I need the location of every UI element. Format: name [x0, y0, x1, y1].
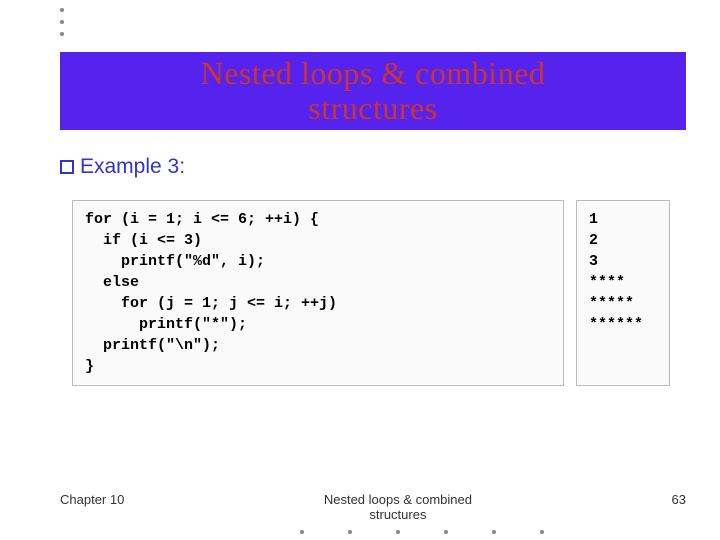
- bullet-square-icon: [60, 160, 74, 174]
- example-heading: Example 3:: [60, 155, 185, 179]
- example-label: Example 3:: [80, 155, 185, 179]
- title-banner: Nested loops & combinedstructures: [60, 52, 686, 130]
- slide-title: Nested loops & combinedstructures: [201, 56, 546, 126]
- footer-page-number: 63: [672, 492, 686, 507]
- code-output: 1 2 3 **** ***** ******: [576, 200, 670, 386]
- decorative-dots-bottom: [300, 530, 544, 534]
- slide-footer: Chapter 10 Nested loops & combinedstruct…: [60, 492, 686, 522]
- footer-chapter: Chapter 10: [60, 492, 124, 507]
- code-source: for (i = 1; i <= 6; ++i) { if (i <= 3) p…: [72, 200, 564, 386]
- code-row: for (i = 1; i <= 6; ++i) { if (i <= 3) p…: [72, 200, 670, 386]
- footer-title: Nested loops & combinedstructures: [124, 492, 671, 522]
- decorative-dots-top: [60, 8, 64, 36]
